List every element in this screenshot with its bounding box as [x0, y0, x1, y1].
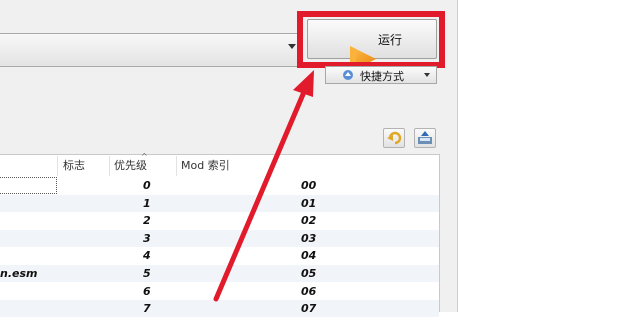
mod-index-cell: 05	[301, 267, 317, 280]
mod-index-cell: 01	[301, 196, 317, 210]
table-row[interactable]: 1 01	[0, 194, 439, 212]
mod-index-cell: 06	[301, 284, 317, 298]
sort-up-icon: ^	[141, 152, 148, 161]
chevron-down-icon[interactable]	[424, 73, 430, 77]
column-separator	[109, 156, 110, 176]
executable-dropdown[interactable]	[0, 33, 300, 67]
chevron-down-icon[interactable]	[288, 44, 296, 49]
priority-cell: 7	[143, 302, 151, 316]
column-separator	[176, 156, 177, 176]
mod-index-cell: 07	[301, 302, 317, 316]
priority-cell: 4	[143, 249, 151, 263]
mod-index-cell: 00	[301, 179, 317, 192]
priority-cell: 1	[143, 196, 151, 210]
mod-name-cell: n.esm	[0, 267, 38, 280]
mod-index-cell: 02	[301, 214, 317, 228]
undo-icon	[387, 131, 402, 145]
column-separator	[57, 156, 58, 176]
table-row[interactable]: 7 07	[0, 300, 439, 317]
table-row[interactable]: n.esm 5 05	[0, 265, 439, 282]
export-button[interactable]	[414, 128, 436, 148]
window-border	[457, 0, 458, 312]
table-row[interactable]: 2 02	[0, 212, 439, 229]
shortcut-icon	[343, 70, 353, 80]
export-icon	[418, 131, 432, 144]
table-row[interactable]: 6 06	[0, 283, 439, 300]
focused-cell	[0, 177, 57, 194]
undo-button[interactable]	[383, 128, 405, 148]
priority-cell: 5	[143, 267, 151, 280]
priority-cell: 6	[143, 284, 151, 298]
mod-index-cell: 04	[301, 249, 317, 263]
shortcut-label: 快捷方式	[360, 70, 404, 83]
blank-area	[458, 0, 620, 312]
column-header-mod-index[interactable]: Mod 索引	[181, 157, 230, 175]
priority-cell: 0	[143, 179, 151, 192]
table-row[interactable]: 3 03	[0, 229, 439, 247]
column-header-flags[interactable]: 标志	[63, 157, 85, 175]
table-row[interactable]: 0 00	[0, 177, 439, 194]
priority-cell: 2	[143, 214, 151, 228]
table-row[interactable]: 4 04	[0, 247, 439, 264]
highlight-box	[297, 11, 445, 68]
priority-cell: 3	[143, 231, 151, 245]
mod-index-cell: 03	[301, 231, 317, 245]
